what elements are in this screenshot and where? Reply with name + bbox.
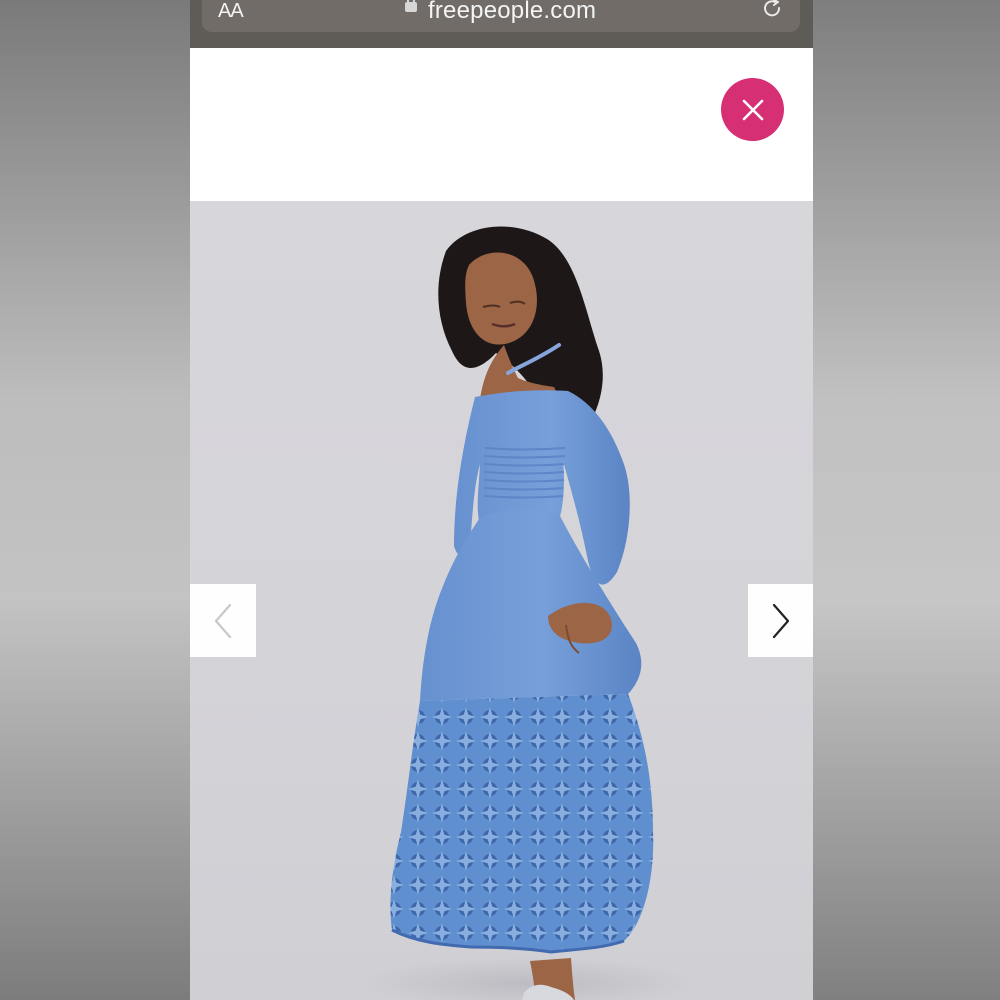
- close-icon: [742, 99, 763, 120]
- previous-image-button[interactable]: [190, 584, 256, 657]
- model-blue-dress-photo: [358, 226, 698, 1000]
- lock-icon: [405, 0, 417, 12]
- right-background-blur: [813, 0, 1000, 1000]
- refresh-icon[interactable]: [763, 0, 783, 19]
- next-image-button[interactable]: [748, 584, 813, 657]
- gallery-header: [190, 48, 813, 201]
- url-text[interactable]: freepeople.com: [428, 0, 596, 25]
- product-image[interactable]: [190, 201, 813, 1000]
- mobile-browser-screen: AA freepeople.com: [190, 0, 813, 1000]
- browser-toolbar: AA freepeople.com: [190, 0, 813, 48]
- text-size-button[interactable]: AA: [218, 0, 244, 23]
- chevron-right-icon: [772, 603, 790, 638]
- chevron-left-icon: [214, 603, 232, 638]
- close-button[interactable]: [721, 78, 784, 141]
- left-background-blur: [0, 0, 190, 1000]
- address-bar[interactable]: AA freepeople.com: [202, 0, 800, 32]
